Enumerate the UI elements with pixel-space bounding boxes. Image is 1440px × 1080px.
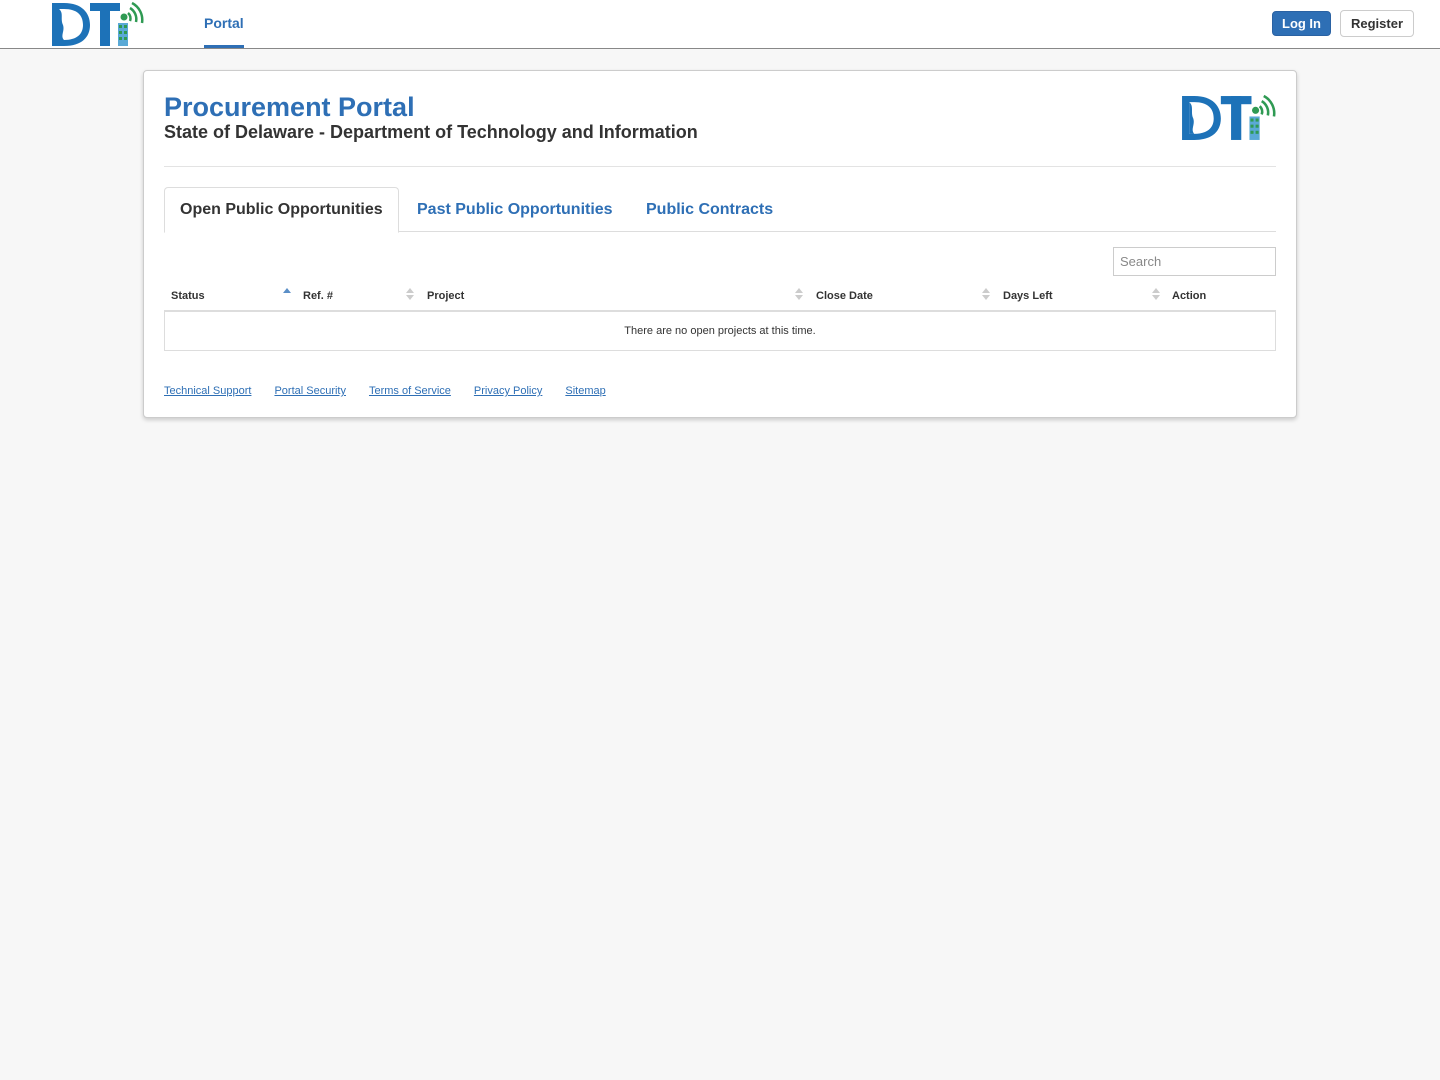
page-subtitle: State of Delaware - Department of Techno…: [164, 122, 698, 142]
column-header-label: Status: [171, 290, 205, 302]
opportunity-tabs: Open Public Opportunities Past Public Op…: [164, 187, 1276, 233]
sort-icon: [795, 288, 803, 304]
tab-past-public-opportunities[interactable]: Past Public Opportunities: [402, 187, 628, 232]
column-header-days-left[interactable]: Days Left: [1003, 282, 1053, 310]
sort-icon: [1152, 288, 1160, 304]
tab-public-contracts[interactable]: Public Contracts: [631, 187, 788, 232]
register-button[interactable]: Register: [1340, 10, 1414, 37]
sort-ascending-icon: [283, 288, 291, 304]
column-header-status[interactable]: Status: [171, 282, 205, 310]
table-header: Status Ref. # Project Close Date Days Le…: [164, 282, 1276, 312]
header-divider: [164, 166, 1276, 167]
nav-portal-link[interactable]: Portal: [204, 0, 244, 48]
footer-link-technical-support[interactable]: Technical Support: [164, 385, 251, 397]
dti-logo-icon: [1182, 94, 1276, 140]
column-header-close-date[interactable]: Close Date: [816, 282, 873, 310]
column-header-label: Project: [427, 290, 465, 302]
login-button[interactable]: Log In: [1272, 11, 1331, 36]
column-header-label: Ref. #: [303, 290, 333, 302]
footer-link-terms-of-service[interactable]: Terms of Service: [369, 385, 451, 397]
footer-links: Technical Support Portal Security Terms …: [164, 385, 606, 397]
search-input[interactable]: [1113, 247, 1276, 276]
column-header-action[interactable]: Action: [1172, 282, 1206, 310]
column-header-label: Days Left: [1003, 290, 1053, 302]
procurement-card: Procurement Portal State of Delaware - D…: [143, 70, 1297, 418]
column-header-project[interactable]: Project: [427, 282, 464, 310]
top-navbar: Portal Log In Register: [0, 0, 1440, 49]
tab-open-public-opportunities[interactable]: Open Public Opportunities: [164, 187, 399, 233]
table-empty-message: There are no open projects at this time.: [164, 312, 1276, 351]
sort-icon: [982, 288, 990, 304]
column-header-ref[interactable]: Ref. #: [303, 282, 333, 310]
column-header-label: Close Date: [816, 290, 873, 302]
footer-link-privacy-policy[interactable]: Privacy Policy: [474, 385, 542, 397]
footer-link-portal-security[interactable]: Portal Security: [274, 385, 346, 397]
page-title: Procurement Portal: [164, 92, 415, 122]
dti-logo-icon[interactable]: [50, 1, 144, 48]
footer-link-sitemap[interactable]: Sitemap: [565, 385, 605, 397]
sort-icon: [406, 288, 414, 304]
column-header-label: Action: [1172, 290, 1207, 302]
